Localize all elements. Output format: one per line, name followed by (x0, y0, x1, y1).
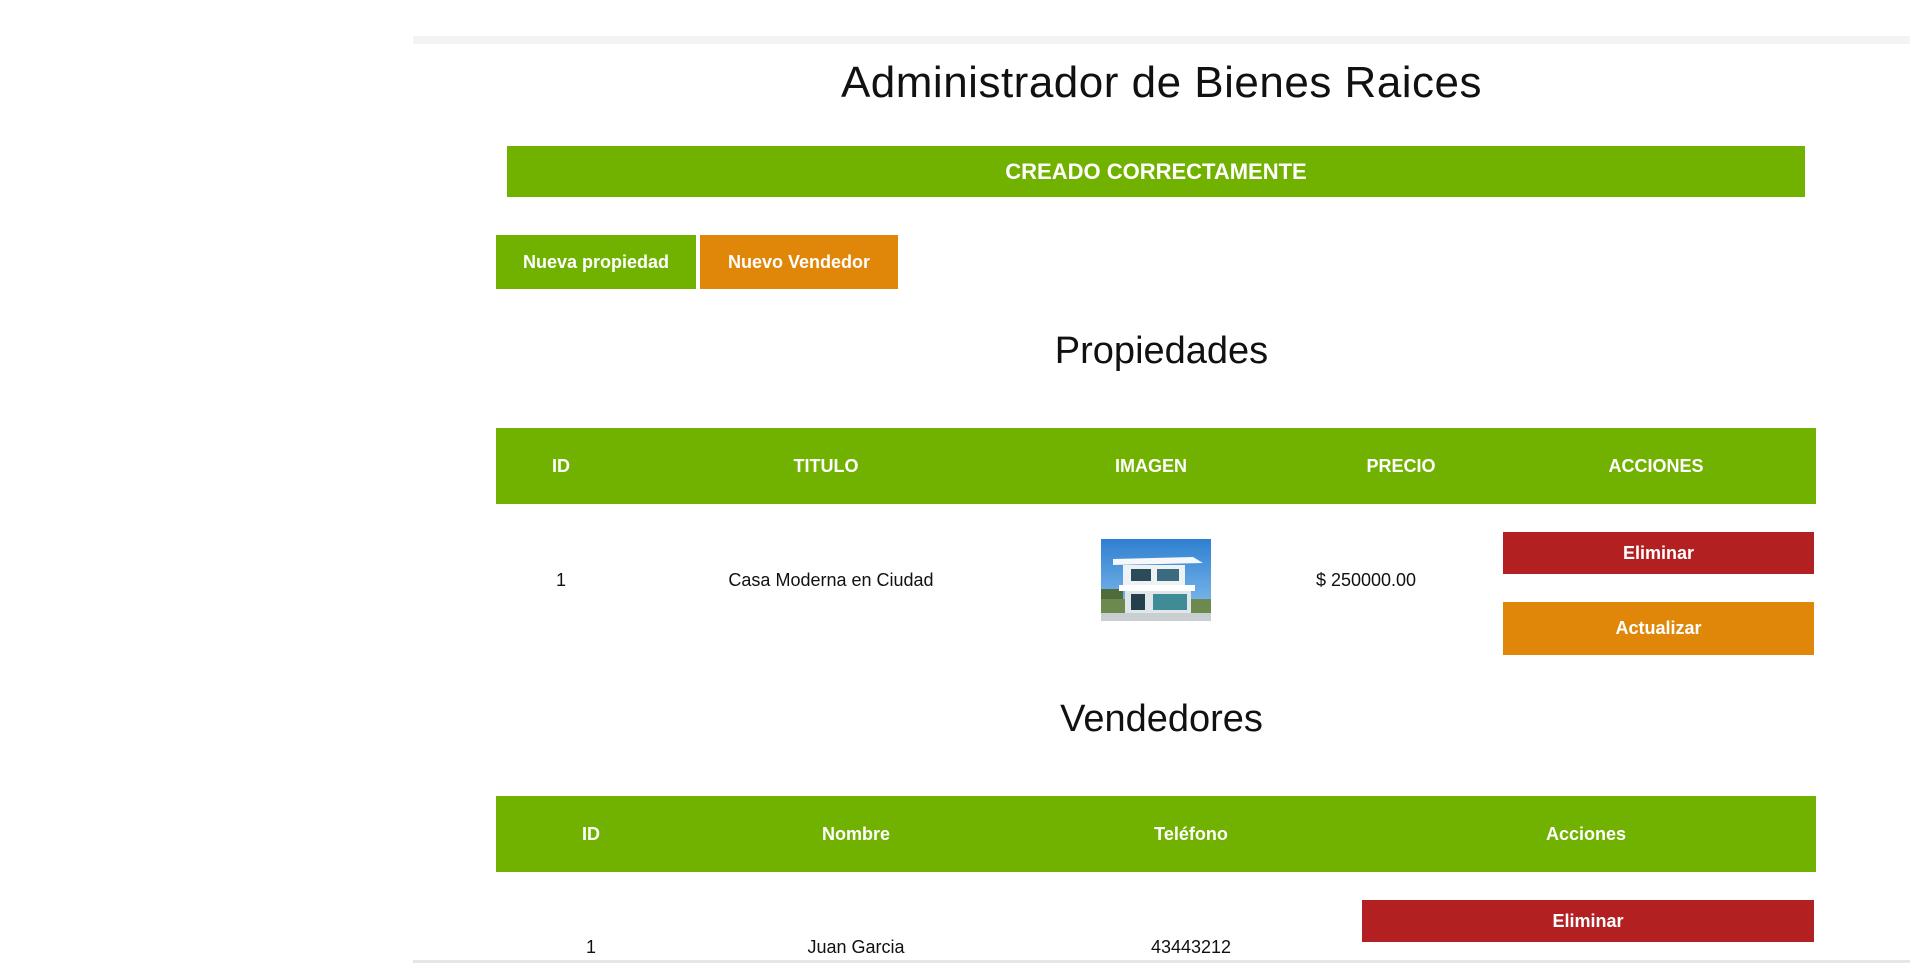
column-header-acciones: ACCIONES (1608, 455, 1704, 476)
column-header-telefono: Teléfono (1154, 823, 1228, 844)
property-title: Casa Moderna en Ciudad (728, 569, 934, 590)
page-title: Administrador de Bienes Raices (840, 58, 1483, 107)
new-property-button[interactable]: Nueva propiedad (496, 235, 696, 289)
sellers-heading: Vendedores (1060, 698, 1263, 740)
properties-heading: Propiedades (1054, 330, 1269, 372)
column-header-titulo: TITULO (793, 455, 859, 476)
column-header-imagen: IMAGEN (1115, 455, 1187, 476)
column-header-id: ID (552, 455, 570, 476)
bottom-divider (413, 960, 1910, 963)
seller-phone: 43443212 (1150, 936, 1232, 957)
column-header-id: ID (582, 823, 600, 844)
new-seller-button[interactable]: Nuevo Vendedor (700, 235, 898, 289)
success-alert: CREADO CORRECTAMENTE (507, 146, 1805, 197)
property-price: $ 250000.00 (1315, 569, 1417, 590)
property-image (1101, 539, 1211, 621)
column-header-nombre: Nombre (821, 823, 890, 844)
column-header-precio: PRECIO (1366, 455, 1436, 476)
sellers-table-header: ID Nombre Teléfono Acciones (496, 796, 1816, 872)
properties-table-header: ID TITULO IMAGEN PRECIO ACCIONES (496, 428, 1816, 504)
top-divider (413, 36, 1910, 44)
seller-id: 1 (585, 936, 596, 957)
update-property-button[interactable]: Actualizar (1503, 602, 1814, 655)
column-header-acciones: Acciones (1545, 823, 1627, 844)
delete-seller-button[interactable]: Eliminar (1362, 900, 1814, 942)
modern-house-photo-icon (1101, 539, 1211, 621)
admin-page: Administrador de Bienes Raices CREADO CO… (0, 0, 1910, 966)
delete-property-button[interactable]: Eliminar (1503, 532, 1814, 574)
property-id: 1 (555, 569, 566, 590)
seller-name: Juan Garcia (807, 936, 905, 957)
